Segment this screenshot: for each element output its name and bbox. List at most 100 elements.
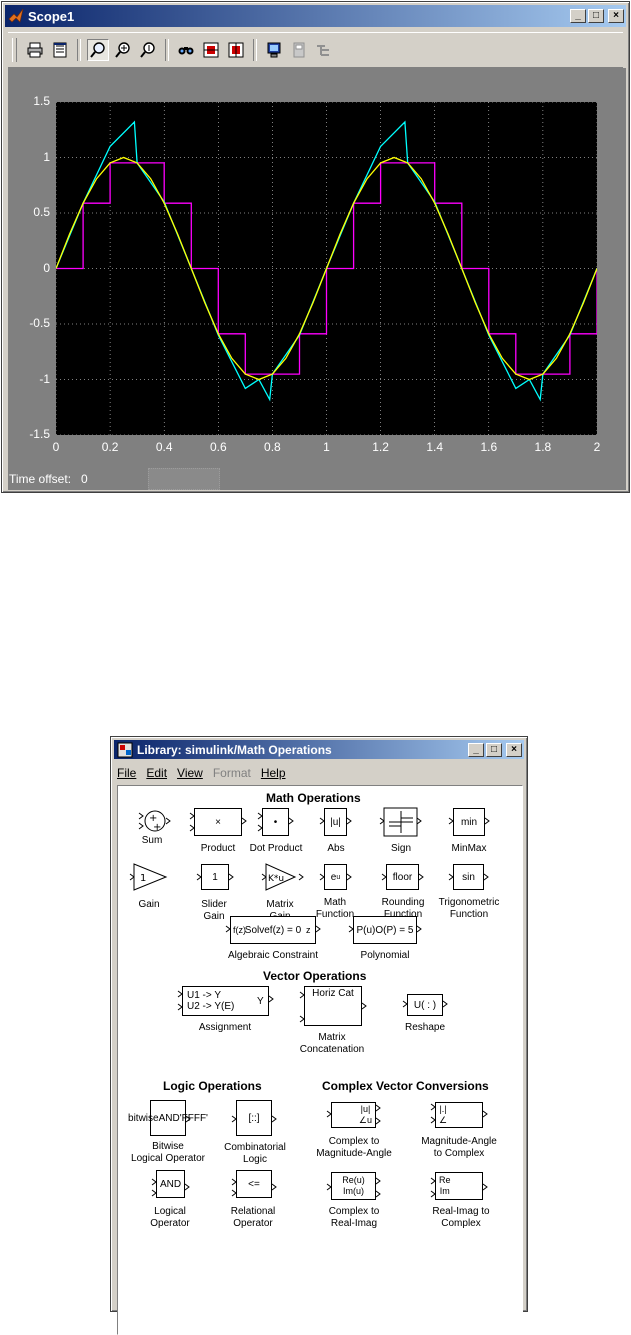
real-imag-to-complex-label: Real-Imag to Complex xyxy=(432,1206,490,1229)
dot-product-label: Dot Product xyxy=(249,843,303,854)
svg-text:1: 1 xyxy=(140,873,146,884)
gain-label: Gain xyxy=(138,899,160,910)
product-block[interactable]: × xyxy=(194,808,242,836)
zoom-icon[interactable] xyxy=(87,39,109,61)
y-tick-label: -0.5 xyxy=(29,316,50,330)
signal-selection-icon[interactable] xyxy=(313,39,335,61)
library-title: Library: simulink/Math Operations xyxy=(137,742,332,757)
minmax-label: MinMax xyxy=(451,843,487,854)
assignment-port-out: Y xyxy=(257,996,264,1007)
relational-operator-label: Relational Operator xyxy=(230,1206,276,1229)
scope-plot-axes[interactable] xyxy=(56,102,597,435)
library-menu-bar: File Edit View Format Help xyxy=(115,763,523,783)
scope-plot xyxy=(56,102,597,435)
simulink-library-icon xyxy=(117,742,133,757)
bitwise-operator-label: Bitwise Logical Operator xyxy=(131,1141,205,1164)
x-tick-label: 0.8 xyxy=(264,440,281,454)
matrix-concatenation-block[interactable]: Horiz Cat xyxy=(304,986,362,1026)
polynomial-block[interactable]: P(u) O(P) = 5 xyxy=(353,916,417,944)
assignment-block[interactable]: U1 -> Y U2 -> Y(E) xyxy=(182,986,269,1016)
complex-to-real-imag-block[interactable]: Re(u) Im(u) xyxy=(331,1172,376,1200)
magnitude-angle-to-complex-label: Magnitude-Angle to Complex xyxy=(421,1136,497,1159)
maximize-button[interactable]: □ xyxy=(486,742,502,757)
algebraic-constraint-label: Algebraic Constraint xyxy=(227,950,319,961)
library-canvas: + + 1 K*u Math Operations Sum × Product … xyxy=(117,785,523,1335)
scope-title: Scope1 xyxy=(28,8,75,24)
reshape-label: Reshape xyxy=(404,1022,446,1033)
slider-gain-block[interactable]: 1 xyxy=(201,864,229,890)
toolbar-separator xyxy=(253,39,257,61)
menu-help[interactable]: Help xyxy=(261,766,286,780)
y-tick-label: -1.5 xyxy=(29,427,50,441)
algebraic-constraint-port-in: f(z) xyxy=(233,925,246,935)
abs-block[interactable]: |u| xyxy=(324,808,347,836)
x-tick-label: 1.8 xyxy=(534,440,552,454)
complex-to-magnitude-angle-block[interactable]: |u| ∠u xyxy=(331,1102,376,1128)
magnitude-angle-to-complex-block[interactable]: |.| ∠ xyxy=(435,1102,483,1128)
math-operations-heading: Math Operations xyxy=(266,791,361,805)
x-tick-label: 0.6 xyxy=(209,440,227,454)
math-function-label: Math Function xyxy=(315,897,355,920)
zoom-y-icon[interactable] xyxy=(137,39,159,61)
parameters-icon[interactable] xyxy=(49,39,71,61)
menu-view[interactable]: View xyxy=(177,766,203,780)
complex-to-real-imag-label: Complex to Real-Imag xyxy=(328,1206,380,1229)
real-imag-to-complex-block[interactable]: Re Im xyxy=(435,1172,483,1200)
x-tick-label: 0 xyxy=(52,440,60,454)
trig-function-block[interactable]: sin xyxy=(453,864,484,890)
vector-operations-heading: Vector Operations xyxy=(263,969,367,983)
relational-operator-block[interactable]: <= xyxy=(236,1170,272,1198)
maximize-button[interactable]: □ xyxy=(588,9,604,23)
combinatorial-logic-label: Combinatorial Logic xyxy=(224,1142,286,1165)
minimize-button[interactable]: _ xyxy=(570,9,586,23)
scope-toolbar xyxy=(8,32,623,68)
save-axes-icon[interactable] xyxy=(200,39,222,61)
x-tick-label: 0.2 xyxy=(101,440,119,454)
restore-axes-icon[interactable] xyxy=(225,39,247,61)
x-tick-label: 0.4 xyxy=(155,440,173,454)
menu-file[interactable]: File xyxy=(117,766,136,780)
zoom-x-icon[interactable] xyxy=(112,39,134,61)
rounding-function-block[interactable]: floor xyxy=(386,864,419,890)
print-icon[interactable] xyxy=(24,39,46,61)
sign-label: Sign xyxy=(390,843,411,854)
toolbar-separator xyxy=(165,39,169,61)
x-tick-label: 2 xyxy=(593,440,601,454)
combinatorial-logic-block[interactable]: [::] xyxy=(236,1100,272,1136)
close-button[interactable]: × xyxy=(608,9,624,23)
x-tick-label: 1.4 xyxy=(426,440,444,454)
minimize-button[interactable]: _ xyxy=(468,742,484,757)
dot-product-block[interactable]: • xyxy=(262,808,289,836)
bitwise-operator-block[interactable]: bitwise AND 'FFFF' xyxy=(128,1100,208,1136)
abs-label: Abs xyxy=(327,843,345,854)
product-label: Product xyxy=(200,843,236,854)
minmax-block[interactable]: min xyxy=(453,808,485,836)
logic-operations-heading: Logic Operations xyxy=(163,1079,262,1093)
y-tick-label: 1 xyxy=(43,149,50,164)
menu-edit[interactable]: Edit xyxy=(146,766,167,780)
math-function-block[interactable]: eu xyxy=(324,864,347,890)
autoscale-icon[interactable] xyxy=(175,39,197,61)
logical-operator-block[interactable]: AND xyxy=(156,1170,185,1198)
close-button[interactable]: × xyxy=(506,742,522,757)
y-tick-label: 0.5 xyxy=(33,205,50,219)
library-title-bar[interactable]: Library: simulink/Math Operations _ □ × xyxy=(114,740,524,759)
time-offset-label: Time offset: 0 xyxy=(9,472,88,486)
lock-axes-icon[interactable] xyxy=(288,39,310,61)
time-offset-value: 0 xyxy=(81,472,88,486)
scope-title-bar[interactable]: Scope1 _ □ × xyxy=(5,5,626,27)
y-tick-label: 1.5 xyxy=(33,94,50,108)
reshape-block[interactable]: U( : ) xyxy=(407,994,443,1016)
polynomial-label: Polynomial xyxy=(360,950,410,961)
assignment-label: Assignment xyxy=(198,1022,252,1033)
toolbar-separator xyxy=(77,39,81,61)
svg-text:K*u: K*u xyxy=(268,874,284,884)
menu-format[interactable]: Format xyxy=(213,766,251,780)
x-tick-label: 1 xyxy=(323,440,330,454)
toolbar-grip[interactable] xyxy=(12,38,17,62)
floating-scope-icon[interactable] xyxy=(263,39,285,61)
scope-display: Time offset: 0 1.5 1 0.5 0 -0.5 -1 -1.5 0 0.2 0.4… xyxy=(8,68,626,490)
x-tick-label: 1.2 xyxy=(372,440,389,454)
matrix-concatenation-label: Matrix Concatenation xyxy=(299,1032,365,1055)
trig-function-label: Trigonometric Function xyxy=(438,897,500,920)
